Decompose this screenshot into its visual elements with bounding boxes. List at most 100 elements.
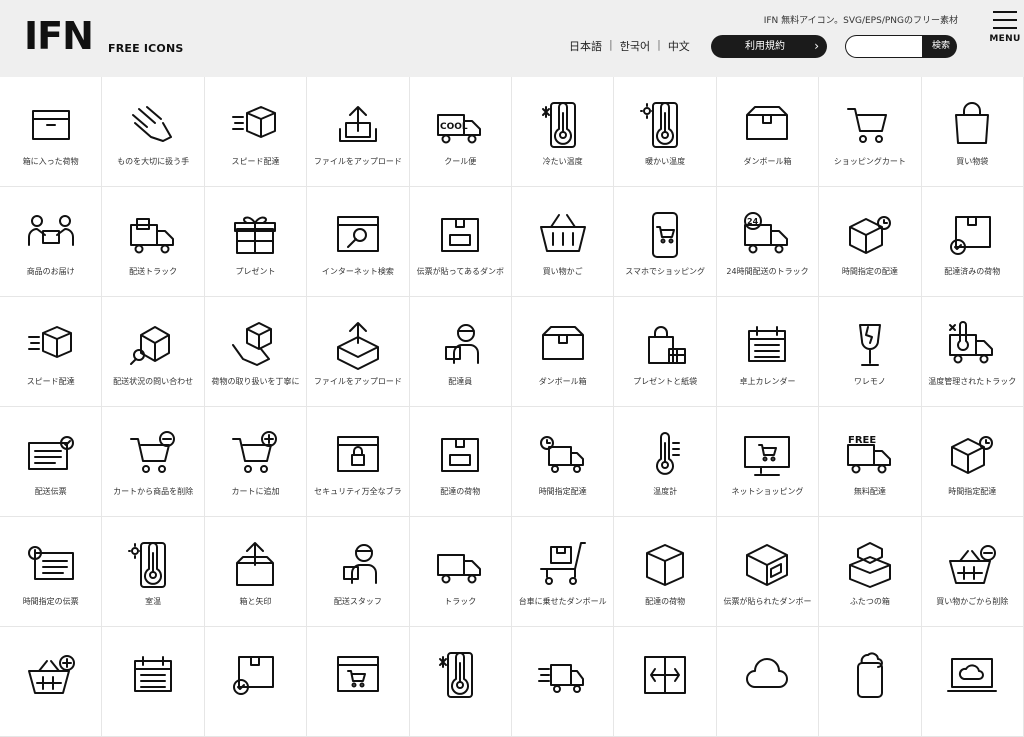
icon-tile[interactable]: 商品のお届け — [0, 187, 103, 297]
lang-japanese[interactable]: 日本語 — [562, 38, 609, 54]
icon-tile[interactable]: 買い物かご — [512, 187, 615, 297]
icon-tile[interactable] — [102, 627, 205, 737]
box-slip-icon — [746, 544, 789, 586]
icon-tile[interactable] — [307, 627, 410, 737]
icon-tile[interactable]: 卓上カレンダー — [716, 297, 820, 407]
icon-tile[interactable] — [921, 627, 1024, 737]
search-button[interactable]: 検索 — [925, 35, 957, 58]
icon-tile[interactable]: カートに追加 — [204, 407, 308, 517]
site-logo[interactable]: IFN — [24, 16, 94, 56]
slip-check-icon — [27, 436, 74, 470]
icon-tile[interactable]: トラック — [409, 517, 512, 627]
icon-tile-label: 買い物かごから削除 — [936, 597, 1009, 606]
icon-tile-label: カートから商品を削除 — [113, 487, 194, 496]
icon-tile[interactable]: 伝票が貼ってあるダンボ — [409, 187, 512, 297]
icon-tile[interactable] — [0, 627, 103, 737]
icon-tile-label: ショッピングカート — [833, 157, 906, 166]
clock-truck-icon — [539, 436, 584, 473]
cart-icon — [846, 108, 887, 143]
icon-tile[interactable]: カートから商品を削除 — [102, 407, 205, 517]
icon-tile[interactable]: プレゼント — [204, 187, 308, 297]
icon-tile[interactable] — [614, 627, 717, 737]
icon-tile[interactable]: ファイルをアップロード — [307, 297, 410, 407]
icon-tile[interactable]: 箱と矢印 — [204, 517, 308, 627]
icon-tile[interactable]: ふたつの箱 — [819, 517, 922, 627]
icon-tile[interactable]: 時間指定の伝票 — [0, 517, 103, 627]
icon-tile[interactable]: 時間指定配達 — [921, 407, 1024, 517]
icon-tile[interactable]: 伝票が貼られたダンボー — [716, 517, 820, 627]
icon-tile[interactable] — [204, 627, 308, 737]
icon-tile[interactable]: FREE 無料配達 — [819, 407, 922, 517]
icon-tile[interactable]: 24 24時間配送のトラック — [716, 187, 820, 297]
icon-tile[interactable]: 箱に入った荷物 — [0, 77, 103, 187]
icon-tile[interactable] — [819, 627, 922, 737]
icon-tile[interactable]: 配送トラック — [102, 187, 205, 297]
icon-tile[interactable]: 買い物袋 — [921, 77, 1024, 187]
hamburger-icon — [993, 11, 1017, 13]
icon-tile[interactable]: 冷たい温度 — [512, 77, 615, 187]
icon-tile[interactable]: 配達済みの荷物 — [921, 187, 1024, 297]
thermometer-icon — [656, 432, 681, 475]
icon-tile[interactable]: プレゼントと紙袋 — [614, 297, 717, 407]
icon-tile-label: 買い物袋 — [956, 157, 989, 166]
icon-tile[interactable]: 暖かい温度 — [614, 77, 717, 187]
speed-truck-icon — [537, 664, 584, 693]
icon-tile[interactable]: 配達の荷物 — [409, 407, 512, 517]
icon-tile[interactable]: ショッピングカート — [819, 77, 922, 187]
icon-tile[interactable]: インターネット検索 — [307, 187, 410, 297]
icon-tile[interactable]: スピード配達 — [204, 77, 308, 187]
icon-tile[interactable]: 荷物の取り扱いを丁寧に — [204, 297, 308, 407]
icon-tile-label: 配送伝票 — [34, 487, 67, 496]
lang-korean[interactable]: 한국어 — [613, 38, 657, 54]
icon-tile[interactable]: 温度計 — [614, 407, 717, 517]
icon-tile[interactable]: 温度管理されたトラック — [921, 297, 1024, 407]
cardboard-box-icon — [541, 326, 584, 360]
cart-plus-icon — [232, 431, 278, 473]
icon-tile[interactable]: ダンボール箱 — [512, 297, 615, 407]
icon-tile-label: トラック — [444, 597, 477, 606]
lang-chinese[interactable]: 中文 — [661, 38, 697, 54]
menu-button[interactable]: MENU — [989, 11, 1021, 44]
cart-minus-icon — [130, 431, 176, 473]
icon-tile[interactable]: ファイルをアップロード — [307, 77, 410, 187]
icon-tile[interactable]: 配送状況の問い合わせ — [102, 297, 205, 407]
icon-tile-label: 箱と矢印 — [239, 597, 272, 606]
phone-cloud-icon — [856, 652, 883, 698]
icon-tile[interactable]: 時間指定配達 — [512, 407, 615, 517]
thermo-truck-icon — [949, 321, 994, 364]
icon-tile[interactable]: 時間指定の配達 — [819, 187, 922, 297]
icon-tile[interactable]: ワレモノ — [819, 297, 922, 407]
icon-tile-label: インターネット検索 — [321, 267, 394, 276]
icon-tile[interactable]: 室温 — [102, 517, 205, 627]
icon-tile[interactable]: 台車に乗せたダンボール — [512, 517, 615, 627]
icon-tile[interactable]: スピード配達 — [0, 297, 103, 407]
icon-tile[interactable]: 配送伝票 — [0, 407, 103, 517]
icon-tile-label: 室温 — [145, 597, 162, 606]
icon-tile-label: ダンボール箱 — [743, 157, 792, 166]
terms-button[interactable]: 利用規約 › — [711, 35, 827, 58]
icon-tile[interactable]: ネットショッピング — [716, 407, 820, 517]
icon-tile[interactable]: 配達員 — [409, 297, 512, 407]
basket-plus-icon — [27, 655, 75, 694]
icon-tile[interactable] — [512, 627, 615, 737]
cold-thermometer-icon — [541, 102, 576, 148]
icon-tile[interactable] — [409, 627, 512, 737]
icon-tile[interactable]: COOL クール便 — [409, 77, 512, 187]
icon-tile-label: クール便 — [444, 157, 477, 166]
icon-tile-label: 荷物の取り扱いを丁寧に — [211, 377, 300, 386]
icon-tile[interactable]: 配送スタッフ — [307, 517, 410, 627]
icon-tile[interactable]: 配達の荷物 — [614, 517, 717, 627]
box-3d-icon — [646, 544, 685, 586]
icon-tile[interactable] — [716, 627, 820, 737]
icon-tile-label: 時間指定配達 — [538, 487, 587, 496]
search-input[interactable] — [846, 36, 922, 57]
icon-tile[interactable]: ダンボール箱 — [716, 77, 820, 187]
icon-tile[interactable]: セキュリティ万全なブラ — [307, 407, 410, 517]
icon-tile-label: カートに追加 — [231, 487, 280, 496]
menu-label: MENU — [989, 34, 1021, 44]
icon-tile[interactable]: スマホでショッピング — [614, 187, 717, 297]
exchange-icon — [644, 656, 687, 694]
icon-tile[interactable]: ものを大切に扱う手 — [102, 77, 205, 187]
icon-tile-label: ファイルをアップロード — [313, 377, 402, 386]
icon-tile[interactable]: 買い物かごから削除 — [921, 517, 1024, 627]
